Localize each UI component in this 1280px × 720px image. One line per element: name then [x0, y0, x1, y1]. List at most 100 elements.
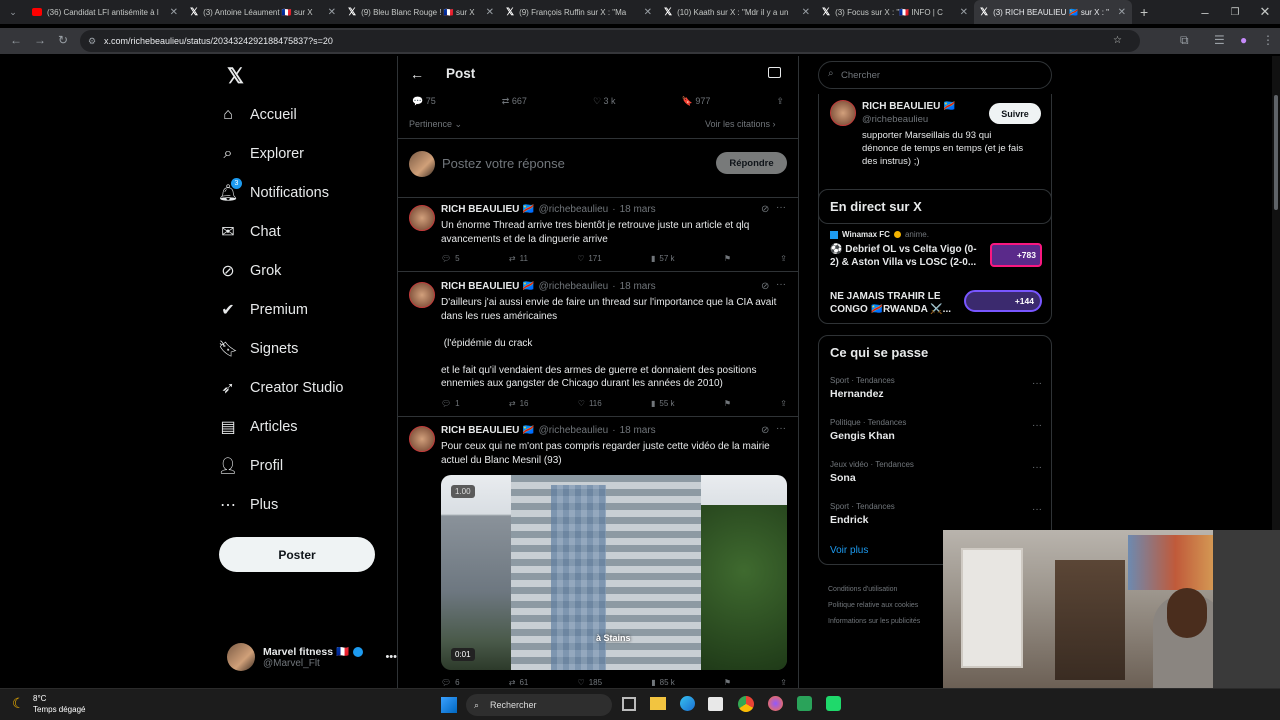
- reply-button[interactable]: Répondre: [716, 152, 787, 174]
- close-window-icon[interactable]: ✕: [1250, 4, 1280, 20]
- search-input[interactable]: Chercher: [841, 70, 880, 81]
- share-icon[interactable]: ⇪: [776, 96, 784, 107]
- tweet-date[interactable]: 18 mars: [620, 425, 656, 436]
- like-stat[interactable]: ♡ 3 k: [593, 96, 616, 107]
- view-quotes-link[interactable]: Voir les citations ›: [705, 119, 776, 129]
- reader-view-icon[interactable]: [768, 67, 781, 78]
- trend-item[interactable]: Sport · Tendances Hernandez ···: [830, 376, 1042, 400]
- bookmark-stat[interactable]: 🔖 977: [682, 96, 711, 107]
- repost-button[interactable]: ⇄ 11: [509, 254, 528, 263]
- back-icon[interactable]: ←: [10, 33, 22, 47]
- more-dots-icon[interactable]: ···: [776, 423, 786, 434]
- share-button[interactable]: ⇪: [780, 678, 787, 687]
- tweet-video[interactable]: 1.00 à Stains 0:01: [441, 475, 787, 670]
- close-tab-icon[interactable]: ✕: [960, 7, 968, 18]
- footer-link[interactable]: Informations sur les publicités: [828, 614, 920, 630]
- tweet-date[interactable]: 18 mars: [620, 281, 656, 292]
- footer-link[interactable]: Politique relative aux cookies: [828, 598, 920, 614]
- tab-list-chevron-icon[interactable]: ⌄: [0, 7, 26, 18]
- reply-input[interactable]: Postez votre réponse: [442, 156, 565, 171]
- repost-button[interactable]: ⇄ 16: [509, 399, 529, 408]
- bookmark-star-icon[interactable]: ☆: [1113, 30, 1122, 52]
- profile-name[interactable]: RICH BEAULIEU 🇨🇩: [862, 101, 956, 112]
- footer-link[interactable]: Conditions d'utilisation: [828, 582, 920, 598]
- sidebar-item-plus[interactable]: ⋯ Plus: [219, 485, 389, 524]
- tweet[interactable]: RICH BEAULIEU 🇨🇩 @richebeaulieu · 18 mars ⊘ ·…: [398, 276, 798, 417]
- views-button[interactable]: ▮ 57 k: [651, 254, 675, 263]
- address-bar[interactable]: ⚙ x.com/richebeaulieu/status/20343242921…: [80, 30, 1140, 52]
- sort-dropdown[interactable]: Pertinence ⌄: [409, 119, 462, 130]
- more-dots-icon[interactable]: ···: [776, 202, 786, 213]
- tweet[interactable]: RICH BEAULIEU 🇨🇩 @richebeaulieu · 18 mars ⊘ ·…: [398, 420, 798, 688]
- follow-button[interactable]: Suivre: [989, 103, 1041, 124]
- tweet-author[interactable]: RICH BEAULIEU 🇨🇩: [441, 425, 535, 436]
- more-dots-icon[interactable]: •••: [385, 651, 397, 663]
- new-tab-button[interactable]: +: [1132, 4, 1156, 20]
- sidebar-item-chat[interactable]: ✉ Chat: [219, 212, 389, 251]
- live-item[interactable]: NE JAMAIS TRAHIR LE CONGO 🇨🇩RWANDA ⚔️...…: [830, 290, 1045, 316]
- video-speed[interactable]: 1.00: [451, 485, 475, 498]
- reply-button[interactable]: 💬︎ 6: [441, 678, 460, 687]
- chrome-icon[interactable]: [738, 696, 754, 712]
- sidebar-item-accueil[interactable]: ⌂ Accueil: [219, 95, 389, 134]
- profile-avatar[interactable]: [830, 100, 856, 126]
- trend-item[interactable]: Jeux vidéo · Tendances Sona ···: [830, 460, 1042, 484]
- browser-tab[interactable]: 𝕏 (3) Focus sur X : "🇫🇷 INFO | C ✕: [816, 0, 974, 24]
- tweet-author[interactable]: RICH BEAULIEU 🇨🇩: [441, 281, 535, 292]
- sidebar-item-creator-studio[interactable]: ➶ Creator Studio: [219, 368, 389, 407]
- x-logo-icon[interactable]: 𝕏: [227, 64, 244, 89]
- close-tab-icon[interactable]: ✕: [170, 7, 178, 18]
- task-view-icon[interactable]: [622, 697, 636, 711]
- browser-tab[interactable]: 𝕏 (10) Kaath sur X : "Mdr il y a un ✕: [658, 0, 816, 24]
- app-icon[interactable]: [826, 696, 841, 711]
- tweet-avatar[interactable]: [409, 282, 435, 308]
- sidebar-item-notifications[interactable]: 🔔︎ 3 Notifications: [218, 173, 389, 212]
- bookmark-button[interactable]: ⚑: [724, 399, 731, 408]
- browser-tab[interactable]: 𝕏 (9) François Ruffin sur X : "Ma ✕: [500, 0, 658, 24]
- tweet-avatar[interactable]: [409, 205, 435, 231]
- edge-icon[interactable]: [680, 696, 695, 711]
- more-dots-icon[interactable]: ···: [1032, 462, 1042, 473]
- reply-stat[interactable]: 💬 75: [412, 96, 436, 107]
- close-tab-icon[interactable]: ✕: [328, 7, 336, 18]
- browser-menu-icon[interactable]: ⋮: [1262, 33, 1274, 47]
- like-button[interactable]: ♡ 185: [578, 678, 603, 687]
- close-tab-icon[interactable]: ✕: [802, 7, 810, 18]
- browser-tab[interactable]: 𝕏 (3) Antoine Léaument 🇫🇷 sur X ✕: [184, 0, 342, 24]
- file-explorer-icon[interactable]: [650, 697, 666, 710]
- see-more-link[interactable]: Voir plus: [830, 545, 868, 556]
- minimize-icon[interactable]: –: [1190, 5, 1220, 20]
- extensions-icon[interactable]: ⧉: [1180, 33, 1189, 48]
- bookmark-button[interactable]: ⚑: [724, 678, 731, 687]
- trend-item[interactable]: Sport · Tendances Endrick ···: [830, 502, 1042, 526]
- close-tab-icon[interactable]: ✕: [486, 7, 494, 18]
- sidebar-item-explorer[interactable]: ⌕ Explorer: [219, 134, 389, 173]
- tweet[interactable]: RICH BEAULIEU 🇨🇩 @richebeaulieu · 18 mars ⊘ ·…: [398, 199, 798, 272]
- trend-item[interactable]: Politique · Tendances Gengis Khan ···: [830, 418, 1042, 442]
- repost-stat[interactable]: ⇄ 667: [502, 96, 527, 107]
- post-button[interactable]: Poster: [219, 537, 375, 572]
- grok-icon[interactable]: ⊘: [761, 281, 769, 292]
- more-dots-icon[interactable]: ···: [776, 279, 786, 290]
- profile-menu-icon[interactable]: ☰: [1214, 33, 1225, 47]
- reload-icon[interactable]: ↻: [58, 33, 68, 47]
- grok-icon[interactable]: ⊘: [761, 425, 769, 436]
- app-icon[interactable]: [797, 696, 812, 711]
- close-tab-icon[interactable]: ✕: [1118, 7, 1126, 18]
- maximize-icon[interactable]: ❐: [1220, 7, 1250, 18]
- views-button[interactable]: ▮ 55 k: [651, 399, 675, 408]
- account-switcher[interactable]: Marvel fitness 🇫🇷 @Marvel_Flt •••: [227, 643, 397, 671]
- browser-tab[interactable]: 𝕏 (3) RICH BEAULIEU 🇨🇩 sur X : " ✕: [974, 0, 1132, 24]
- scrollbar-thumb[interactable]: [1274, 95, 1278, 210]
- repost-button[interactable]: ⇄ 61: [509, 678, 529, 687]
- sidebar-item-premium[interactable]: ✔ Premium: [219, 290, 389, 329]
- reply-button[interactable]: 💬︎ 1: [441, 399, 460, 408]
- more-dots-icon[interactable]: ···: [1032, 378, 1042, 389]
- profile-avatar-icon[interactable]: ●: [1240, 33, 1247, 47]
- reply-button[interactable]: 💬︎ 5: [441, 254, 460, 263]
- tweet-date[interactable]: 18 mars: [620, 204, 656, 215]
- more-dots-icon[interactable]: ···: [1032, 504, 1042, 515]
- close-tab-icon[interactable]: ✕: [644, 7, 652, 18]
- sidebar-item-grok[interactable]: ⊘ Grok: [219, 251, 389, 290]
- grok-icon[interactable]: ⊘: [761, 204, 769, 215]
